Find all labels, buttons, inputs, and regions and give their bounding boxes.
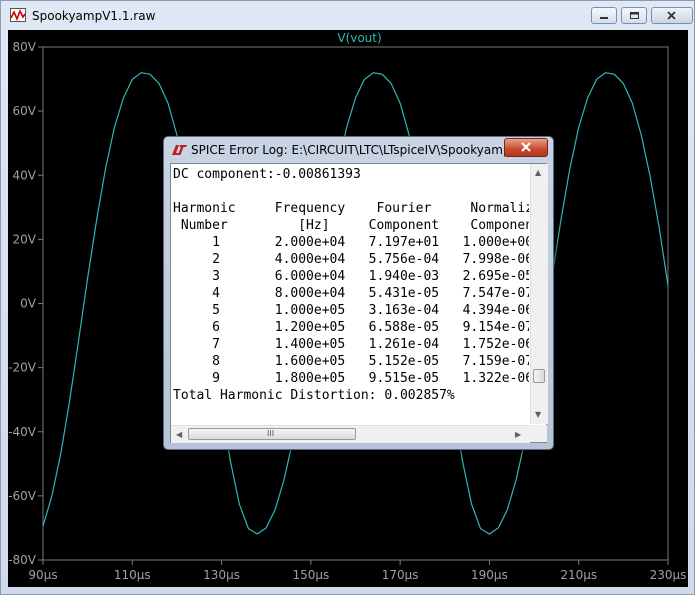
log-line: 9 1.800e+05 9.515e-05 1.322e-06 <box>173 371 529 386</box>
close-icon <box>521 142 531 152</box>
vertical-scroll-thumb[interactable] <box>533 369 545 383</box>
x-tick-label: 130µs <box>203 568 240 582</box>
ltspice-waveform-icon <box>10 8 26 22</box>
app-window: SpookyampV1.1.raw 80V 60V 40V 20V 0V -20V -40V… <box>0 0 695 595</box>
trace-label-vout[interactable]: V(vout) <box>337 31 381 45</box>
close-icon <box>667 11 676 20</box>
log-content: DC component:-0.00861393 Harmonic Frequen… <box>171 164 529 422</box>
x-tick-label: 110µs <box>114 568 151 582</box>
log-line: 5 1.000e+05 3.163e-04 4.394e-06 <box>173 303 529 318</box>
y-tick-label: -60V <box>8 489 37 503</box>
x-tick-label: 190µs <box>471 568 508 582</box>
y-tick-label: 40V <box>13 168 37 182</box>
x-tick-label: 150µs <box>292 568 329 582</box>
log-line: 8 1.600e+05 5.152e-05 7.159e-07 <box>173 354 529 369</box>
minimize-button[interactable] <box>591 7 617 24</box>
log-line: Number [Hz] Component Component <box>173 218 529 233</box>
x-tick-label: 210µs <box>560 568 597 582</box>
y-tick-label: 60V <box>13 104 37 118</box>
scroll-down-icon[interactable]: ▼ <box>535 410 541 419</box>
dialog-title: SPICE Error Log: E:\CIRCUIT\LTC\LTspiceI… <box>191 143 529 157</box>
y-tick-label: 0V <box>20 297 37 311</box>
vertical-scrollbar[interactable]: ▲ ▼ <box>530 164 548 424</box>
window-titlebar[interactable]: SpookyampV1.1.raw <box>1 1 694 31</box>
restore-icon <box>630 12 639 19</box>
x-tick-label: 170µs <box>382 568 419 582</box>
horizontal-scrollbar[interactable]: ◀ III ▶ <box>171 425 530 443</box>
y-tick-label: -20V <box>8 361 37 375</box>
log-text-area[interactable]: DC component:-0.00861393 Harmonic Frequen… <box>170 163 548 443</box>
scroll-left-icon[interactable]: ◀ <box>176 430 182 439</box>
restore-button[interactable] <box>621 7 647 24</box>
y-tick-label: 20V <box>13 232 37 246</box>
log-line: 1 2.000e+04 7.197e+01 1.000e+00 <box>173 235 529 250</box>
minimize-icon <box>600 17 608 19</box>
log-line: Harmonic Frequency Fourier Normalized <box>173 201 529 216</box>
scroll-up-icon[interactable]: ▲ <box>535 168 541 177</box>
log-line: 7 1.400e+05 1.261e-04 1.752e-06 <box>173 337 529 352</box>
x-tick-label: 90µs <box>28 568 57 582</box>
scroll-right-icon[interactable]: ▶ <box>515 430 521 439</box>
ltspice-logo-icon <box>172 145 187 155</box>
y-tick-label: -40V <box>8 425 37 439</box>
spice-error-log-dialog[interactable]: SPICE Error Log: E:\CIRCUIT\LTC\LTspiceI… <box>163 136 554 450</box>
y-tick-label: -80V <box>8 553 37 567</box>
scrollbar-corner <box>530 425 547 442</box>
window-title: SpookyampV1.1.raw <box>32 9 156 23</box>
x-tick-label: 230µs <box>650 568 687 582</box>
scroll-grip: III <box>267 429 275 438</box>
log-line: 3 6.000e+04 1.940e-03 2.695e-05 <box>173 269 529 284</box>
log-line: 4 8.000e+04 5.431e-05 7.547e-07 <box>173 286 529 301</box>
dialog-close-button[interactable] <box>504 138 548 157</box>
log-line: DC component:-0.00861393 <box>173 167 361 182</box>
horizontal-scroll-thumb[interactable]: III <box>188 428 356 440</box>
y-tick-label: 80V <box>13 40 37 54</box>
log-line: 2 4.000e+04 5.756e-04 7.998e-06 <box>173 252 529 267</box>
log-line: Total Harmonic Distortion: 0.002857% <box>173 388 455 403</box>
log-line: 6 1.200e+05 6.588e-05 9.154e-07 <box>173 320 529 335</box>
close-button[interactable] <box>651 7 693 24</box>
